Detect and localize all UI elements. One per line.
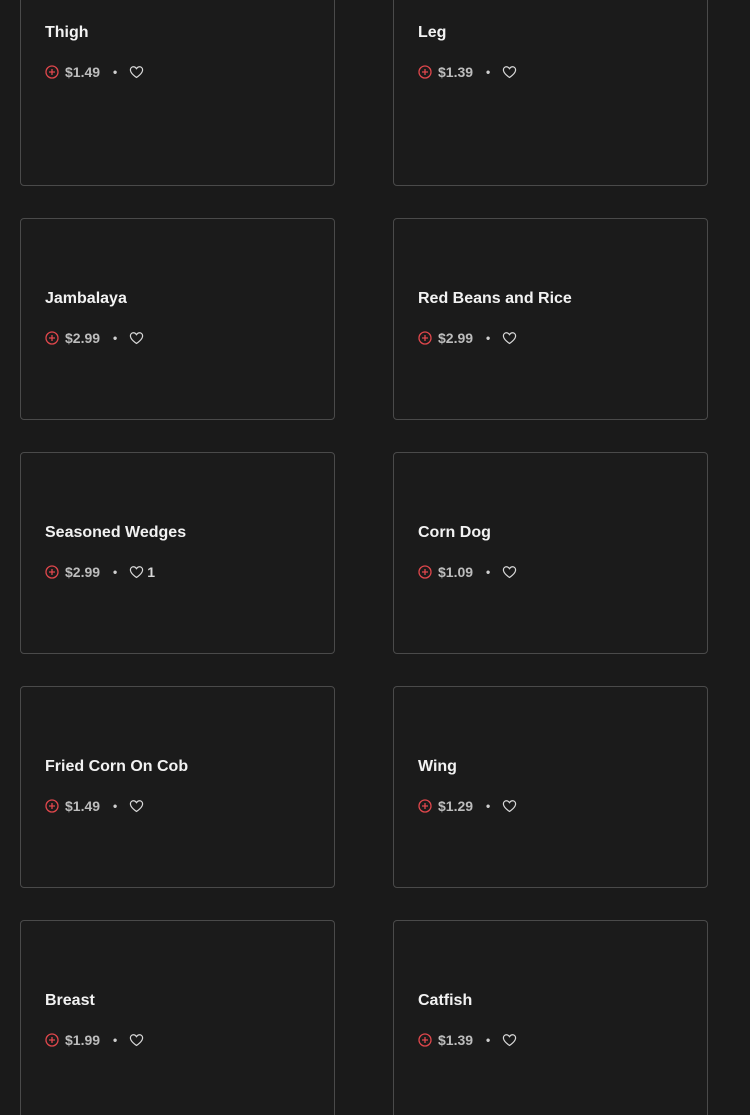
plus-circle-icon[interactable] xyxy=(418,799,432,813)
favorite-count: 1 xyxy=(147,564,156,580)
favorite-button[interactable] xyxy=(502,65,520,79)
menu-item-name: Corn Dog xyxy=(418,524,491,541)
menu-item-meta: $1.49 • xyxy=(45,798,147,814)
favorite-button[interactable] xyxy=(502,799,520,813)
separator-dot: • xyxy=(486,331,491,345)
plus-circle-icon[interactable] xyxy=(45,1033,59,1047)
favorite-button[interactable] xyxy=(129,1033,147,1047)
menu-item-card[interactable]: Corn Dog $1.09 • xyxy=(393,452,708,654)
heart-icon xyxy=(130,332,144,345)
menu-item-card[interactable]: Breast $1.99 • xyxy=(20,920,335,1115)
heart-icon xyxy=(503,1034,517,1047)
heart-icon xyxy=(130,800,144,813)
menu-item-price: $2.99 xyxy=(438,330,474,346)
menu-item-meta: $2.99 • 1 xyxy=(45,564,155,580)
menu-item-name: Jambalaya xyxy=(45,290,127,307)
menu-item-meta: $1.29 • xyxy=(418,798,520,814)
menu-item-name: Fried Corn On Cob xyxy=(45,758,189,775)
favorite-button[interactable] xyxy=(129,65,147,79)
menu-item-price: $1.39 xyxy=(438,64,474,80)
menu-item-meta: $1.39 • xyxy=(418,1032,520,1048)
heart-icon xyxy=(503,800,517,813)
plus-circle-icon[interactable] xyxy=(418,331,432,345)
menu-item-card[interactable]: Jambalaya $2.99 • xyxy=(20,218,335,420)
menu-item-price: $1.09 xyxy=(438,564,474,580)
menu-item-price: $1.99 xyxy=(65,1032,101,1048)
separator-dot: • xyxy=(113,799,118,813)
plus-circle-icon[interactable] xyxy=(45,799,59,813)
menu-item-meta: $1.99 • xyxy=(45,1032,147,1048)
favorite-button[interactable] xyxy=(502,565,520,579)
menu-item-name: Red Beans and Rice xyxy=(418,290,572,307)
menu-item-meta: $2.99 • xyxy=(418,330,520,346)
separator-dot: • xyxy=(113,65,118,79)
favorite-button[interactable] xyxy=(502,331,520,345)
favorite-button[interactable] xyxy=(129,799,147,813)
separator-dot: • xyxy=(486,565,491,579)
menu-item-price: $2.99 xyxy=(65,564,101,580)
menu-item-meta: $2.99 • xyxy=(45,330,147,346)
heart-icon xyxy=(130,1034,144,1047)
menu-item-name: Leg xyxy=(418,24,447,41)
plus-circle-icon[interactable] xyxy=(45,565,59,579)
favorite-button[interactable] xyxy=(129,331,147,345)
menu-item-card[interactable]: Seasoned Wedges $2.99 • 1 xyxy=(20,452,335,654)
separator-dot: • xyxy=(486,1033,491,1047)
menu-item-meta: $1.49 • xyxy=(45,64,147,80)
separator-dot: • xyxy=(113,331,118,345)
separator-dot: • xyxy=(486,799,491,813)
favorite-button[interactable]: 1 xyxy=(129,564,155,580)
heart-icon xyxy=(503,332,517,345)
menu-item-name: Catfish xyxy=(418,992,473,1009)
menu-item-price: $1.49 xyxy=(65,798,101,814)
menu-item-card[interactable]: Fried Corn On Cob $1.49 • xyxy=(20,686,335,888)
plus-circle-icon[interactable] xyxy=(45,331,59,345)
menu-item-price: $1.29 xyxy=(438,798,474,814)
separator-dot: • xyxy=(113,1033,118,1047)
heart-icon xyxy=(503,66,517,79)
menu-item-price: $1.39 xyxy=(438,1032,474,1048)
heart-icon xyxy=(130,66,144,79)
menu-item-card[interactable]: Leg $1.39 • xyxy=(393,0,708,186)
separator-dot: • xyxy=(113,565,118,579)
heart-icon xyxy=(130,566,144,579)
heart-icon xyxy=(503,566,517,579)
menu-item-name: Seasoned Wedges xyxy=(45,524,187,541)
favorite-button[interactable] xyxy=(502,1033,520,1047)
plus-circle-icon[interactable] xyxy=(418,65,432,79)
menu-item-meta: $1.39 • xyxy=(418,64,520,80)
plus-circle-icon[interactable] xyxy=(418,1033,432,1047)
menu-item-card[interactable]: Thigh $1.49 • xyxy=(20,0,335,186)
menu-item-meta: $1.09 • xyxy=(418,564,520,580)
menu-item-card[interactable]: Red Beans and Rice $2.99 • xyxy=(393,218,708,420)
plus-circle-icon[interactable] xyxy=(418,565,432,579)
menu-item-price: $1.49 xyxy=(65,64,101,80)
separator-dot: • xyxy=(486,65,491,79)
menu-item-card[interactable]: Catfish $1.39 • xyxy=(393,920,708,1115)
menu-item-name: Wing xyxy=(418,758,457,775)
menu-item-card[interactable]: Wing $1.29 • xyxy=(393,686,708,888)
menu-grid: Thigh $1.49 • Leg $1.39 • Jambalaya $2.9… xyxy=(0,0,750,1115)
menu-item-price: $2.99 xyxy=(65,330,101,346)
plus-circle-icon[interactable] xyxy=(45,65,59,79)
menu-item-name: Breast xyxy=(45,992,95,1009)
menu-item-name: Thigh xyxy=(45,24,89,41)
